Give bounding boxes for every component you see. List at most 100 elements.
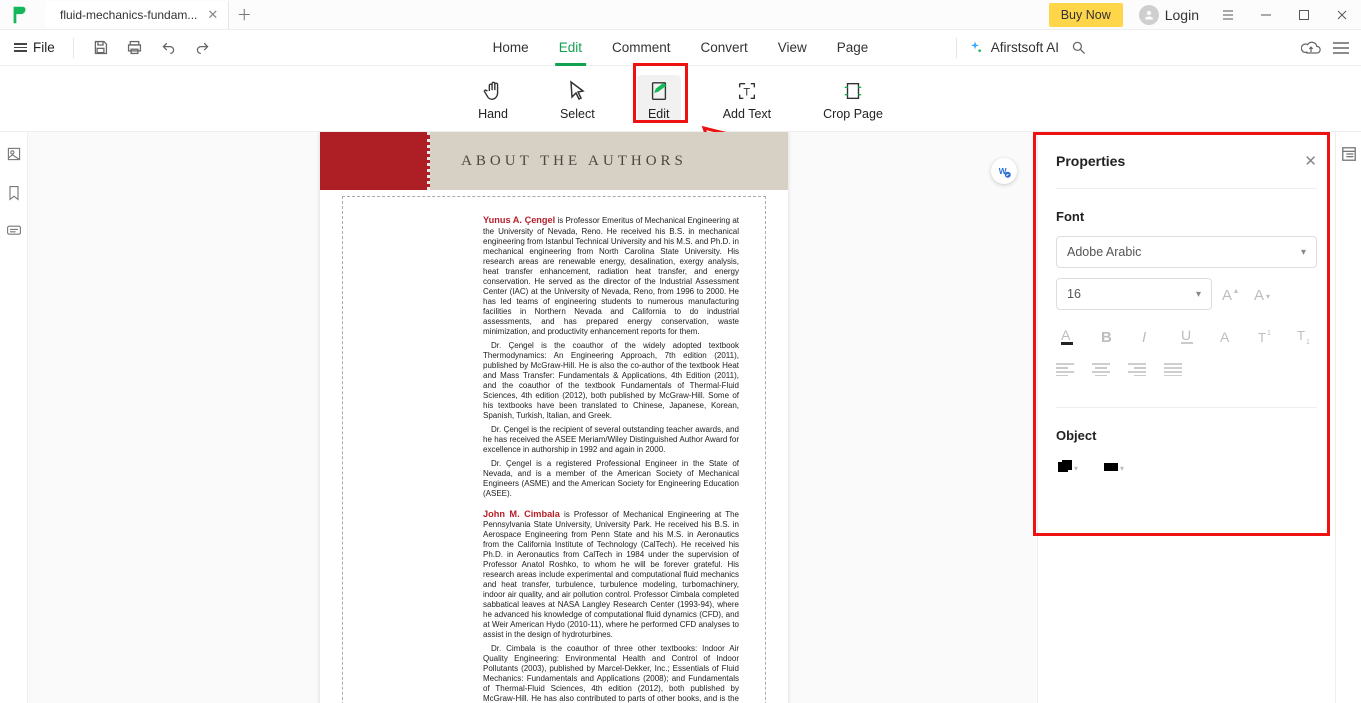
align-justify-icon[interactable] [1164, 362, 1182, 381]
underline-icon[interactable]: U [1175, 324, 1199, 348]
font-color-icon[interactable]: A [1056, 324, 1080, 348]
subscript-icon[interactable]: T1 [1293, 324, 1317, 348]
convert-to-word-badge[interactable]: W [991, 158, 1017, 184]
menu-convert[interactable]: Convert [698, 30, 749, 66]
undo-icon[interactable] [156, 35, 182, 61]
text-style-icon[interactable]: A [1214, 324, 1238, 348]
align-center-icon[interactable] [1092, 362, 1110, 381]
page-header-accent [320, 132, 430, 190]
menu-view[interactable]: View [776, 30, 809, 66]
author-name: John M. Cimbala [483, 509, 560, 519]
comments-icon[interactable] [6, 224, 22, 243]
workspace: W About the Authors Yunus A. Çengel is P… [0, 132, 1361, 703]
tab-close-icon[interactable]: ✕ [207, 7, 218, 23]
align-objects-icon[interactable]: ▾ [1102, 455, 1126, 479]
divider [956, 38, 957, 58]
redo-icon[interactable] [190, 35, 216, 61]
print-icon[interactable] [122, 35, 148, 61]
thumbnails-icon[interactable] [6, 146, 22, 167]
login-button[interactable]: Login [1129, 5, 1209, 25]
divider [73, 38, 74, 58]
svg-text:▾: ▾ [1120, 464, 1124, 473]
new-tab-button[interactable]: ＋ [229, 4, 259, 25]
hand-icon [481, 79, 505, 103]
tool-crop-page[interactable]: Crop Page [813, 75, 893, 123]
buy-now-button[interactable]: Buy Now [1049, 3, 1123, 27]
font-heading: Font [1056, 209, 1317, 224]
svg-text:1: 1 [1267, 330, 1271, 337]
svg-text:U: U [1181, 327, 1191, 343]
ai-button[interactable]: Afirstsoft AI [967, 40, 1059, 56]
font-size-value: 16 [1067, 287, 1081, 301]
author-name: Yunus A. Çengel [483, 215, 555, 225]
avatar-icon [1139, 5, 1159, 25]
arrange-icon[interactable]: ▾ [1056, 455, 1080, 479]
cloud-upload-icon[interactable] [1301, 40, 1321, 56]
svg-text:T: T [1258, 330, 1266, 344]
decrease-font-icon[interactable]: A▾ [1252, 282, 1276, 306]
align-left-icon[interactable] [1056, 362, 1074, 381]
properties-panel: Properties ✕ Font Adobe Arabic ▾ 16 ▾ A▴… [1037, 132, 1335, 703]
window-minimize-button[interactable] [1247, 0, 1285, 30]
body-text: Dr. Çengel is the coauthor of the widely… [483, 341, 739, 421]
pdf-page[interactable]: About the Authors Yunus A. Çengel is Pro… [320, 132, 788, 703]
tab-title: fluid-mechanics-fundam... [60, 8, 197, 22]
properties-title-text: Properties [1056, 153, 1125, 169]
menu-home[interactable]: Home [491, 30, 531, 66]
document-tab[interactable]: fluid-mechanics-fundam... ✕ [46, 1, 229, 29]
sparkle-icon [967, 40, 983, 56]
edit-page-icon [647, 79, 671, 103]
tool-hand[interactable]: Hand [468, 75, 518, 123]
object-heading: Object [1056, 428, 1317, 443]
font-family-select[interactable]: Adobe Arabic ▾ [1056, 236, 1317, 268]
login-label: Login [1165, 7, 1199, 23]
increase-font-icon[interactable]: A▴ [1220, 282, 1244, 306]
tool-add-text[interactable]: T Add Text [713, 75, 781, 123]
tool-select[interactable]: Select [550, 75, 605, 123]
hamburger-icon [14, 43, 27, 52]
window-maximize-button[interactable] [1285, 0, 1323, 30]
tool-label: Select [560, 107, 595, 121]
tool-edit[interactable]: Edit [637, 75, 681, 123]
document-canvas[interactable]: W About the Authors Yunus A. Çengel is P… [28, 132, 1037, 703]
svg-text:A: A [1222, 287, 1232, 303]
window-close-button[interactable] [1323, 0, 1361, 30]
menu-page[interactable]: Page [835, 30, 871, 66]
file-menu-button[interactable]: File [6, 40, 63, 55]
svg-text:1: 1 [1306, 339, 1310, 344]
body-text: Dr. Çengel is the recipient of several o… [483, 425, 739, 455]
menu-edit[interactable]: Edit [557, 30, 584, 66]
svg-text:I: I [1142, 329, 1146, 344]
font-size-select[interactable]: 16 ▾ [1056, 278, 1212, 310]
align-right-icon[interactable] [1128, 362, 1146, 381]
italic-icon[interactable]: I [1135, 324, 1159, 348]
bookmark-icon[interactable] [7, 185, 21, 206]
svg-text:▾: ▾ [1074, 464, 1078, 473]
left-sidebar [0, 132, 28, 703]
body-text: Dr. Çengel is a registered Professional … [483, 459, 739, 499]
file-label: File [33, 40, 55, 55]
page-header: About the Authors [320, 132, 788, 190]
tool-label: Add Text [723, 107, 771, 121]
divider [1056, 407, 1317, 408]
main-menu: Home Edit Comment Convert View Page [491, 30, 871, 66]
svg-text:T: T [1297, 328, 1305, 343]
search-icon[interactable] [1071, 40, 1087, 56]
font-family-value: Adobe Arabic [1067, 245, 1141, 259]
tool-ribbon: Hand Select Edit T Add Text Crop Page [0, 66, 1361, 132]
app-logo [8, 3, 32, 27]
bold-icon[interactable]: B [1096, 324, 1120, 348]
svg-text:T: T [743, 86, 750, 98]
svg-text:A: A [1061, 327, 1071, 343]
right-sidebar [1335, 132, 1361, 703]
properties-close-icon[interactable]: ✕ [1304, 152, 1317, 170]
superscript-icon[interactable]: T1 [1254, 324, 1278, 348]
page-text-block[interactable]: Yunus A. Çengel is Professor Emeritus of… [342, 196, 766, 703]
save-icon[interactable] [88, 35, 114, 61]
panel-toggle-icon[interactable] [1333, 41, 1349, 55]
svg-text:A: A [1220, 329, 1230, 344]
hamburger-icon[interactable] [1209, 0, 1247, 30]
properties-toggle-icon[interactable] [1341, 146, 1357, 167]
menu-comment[interactable]: Comment [610, 30, 673, 66]
svg-text:▾: ▾ [1266, 292, 1270, 301]
